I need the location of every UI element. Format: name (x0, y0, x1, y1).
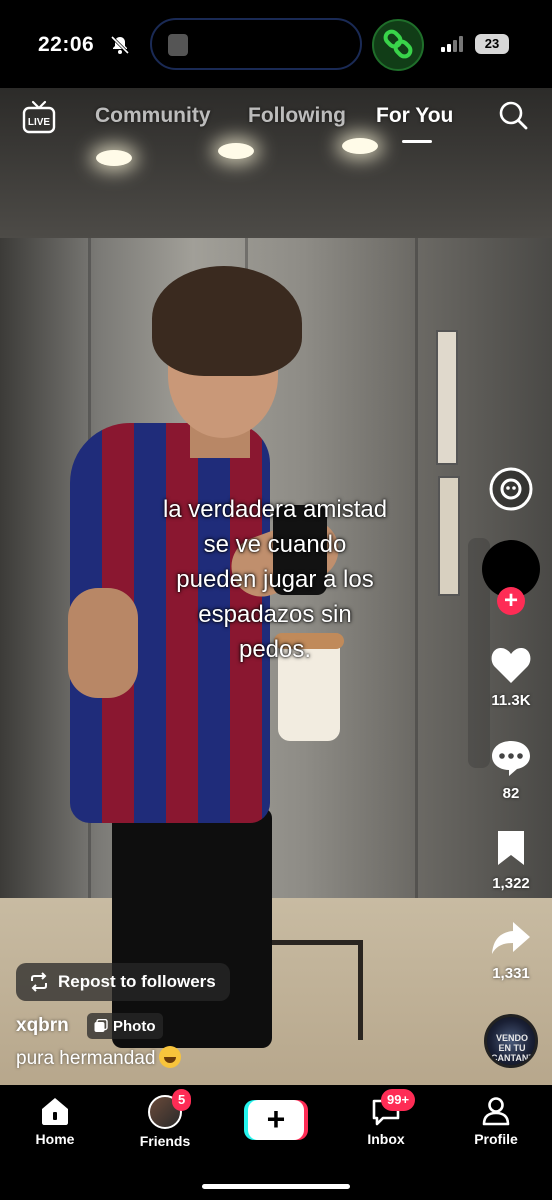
elevator-notice (438, 476, 460, 596)
nav-home-label: Home (35, 1131, 75, 1147)
heart-icon (491, 647, 531, 683)
comment-count: 82 (502, 785, 520, 802)
inbox-badge: 99+ (381, 1089, 416, 1111)
photo-badge-label: Photo (113, 1017, 156, 1035)
nav-home[interactable]: Home (10, 1095, 100, 1147)
save-count: 1,322 (492, 875, 530, 892)
bottom-nav: Home Friends 5 + Inbox 99+ Profile (0, 1085, 552, 1200)
overlay-line: pedos. (238, 636, 312, 663)
share-button[interactable]: 1,331 (480, 918, 542, 982)
nav-inbox[interactable]: Inbox 99+ (341, 1089, 431, 1147)
profile-icon (482, 1097, 510, 1126)
creator-username[interactable]: xqbrn (16, 1015, 69, 1037)
music-disc-text: VENDO EN TU CANTANTE (491, 1033, 538, 1063)
dynamic-island[interactable] (150, 18, 362, 70)
photo-stack-icon (94, 1019, 108, 1032)
nav-profile[interactable]: Profile (451, 1095, 541, 1147)
person-hair (152, 266, 302, 376)
link-icon[interactable] (372, 19, 424, 71)
status-time: 22:06 (38, 33, 95, 56)
repost-button[interactable]: Repost to followers (16, 963, 230, 1001)
overlay-line: la verdadera amistad (162, 496, 388, 523)
photo-type-badge: Photo (87, 1013, 163, 1039)
nav-friends-label: Friends (139, 1133, 191, 1149)
nav-inbox-label: Inbox (367, 1131, 405, 1147)
post-description[interactable]: pura hermandad (16, 1046, 182, 1070)
overlay-line: pueden jugar a los (176, 566, 374, 593)
overlay-line: se ve cuando (203, 531, 347, 558)
person-pants (112, 808, 272, 1048)
app-thumbnail-icon (168, 34, 188, 56)
ceiling-light (96, 150, 132, 166)
status-bar: 22:06 23 (0, 0, 552, 88)
laughing-emoji-icon (159, 1046, 182, 1068)
elevator-notice (436, 330, 458, 465)
signal-icon (441, 36, 463, 52)
live-icon[interactable]: LIVE (21, 100, 57, 134)
overlay-line: espadazos sin (198, 601, 352, 628)
like-count: 11.3K (491, 692, 531, 709)
photo-text-overlay: la verdadera amistad se ve cuando pueden… (110, 492, 440, 667)
tab-community[interactable]: Community (95, 104, 211, 128)
repost-label: Repost to followers (58, 972, 216, 991)
tab-for-you[interactable]: For You (376, 104, 453, 128)
bookmark-icon (498, 831, 524, 865)
share-count: 1,331 (492, 965, 530, 982)
nav-profile-label: Profile (474, 1131, 518, 1147)
top-nav: LIVE Community Following For You (0, 88, 552, 148)
comment-button[interactable]: 82 (480, 738, 542, 802)
create-button[interactable]: + (244, 1100, 308, 1140)
description-text: pura hermandad (16, 1048, 156, 1069)
repost-icon (31, 972, 47, 992)
home-indicator (202, 1184, 350, 1189)
shoot-icon[interactable] (487, 465, 535, 513)
follow-button[interactable]: + (497, 587, 525, 615)
plus-icon: + (248, 1100, 304, 1140)
nav-friends[interactable]: Friends 5 (120, 1089, 210, 1149)
battery-icon: 23 (475, 34, 509, 54)
like-button[interactable]: 11.3K (480, 645, 542, 709)
search-icon[interactable] (498, 100, 528, 130)
share-arrow-icon (492, 922, 530, 954)
music-disc[interactable]: VENDO EN TU CANTANTE (484, 1014, 538, 1068)
bell-slash-icon (110, 35, 130, 55)
live-label: LIVE (28, 117, 51, 128)
save-button[interactable]: 1,322 (480, 828, 542, 892)
home-icon (42, 1098, 68, 1125)
friends-badge: 5 (172, 1089, 192, 1111)
active-tab-indicator (402, 140, 432, 143)
tab-following[interactable]: Following (248, 104, 346, 128)
comment-icon (492, 741, 530, 776)
